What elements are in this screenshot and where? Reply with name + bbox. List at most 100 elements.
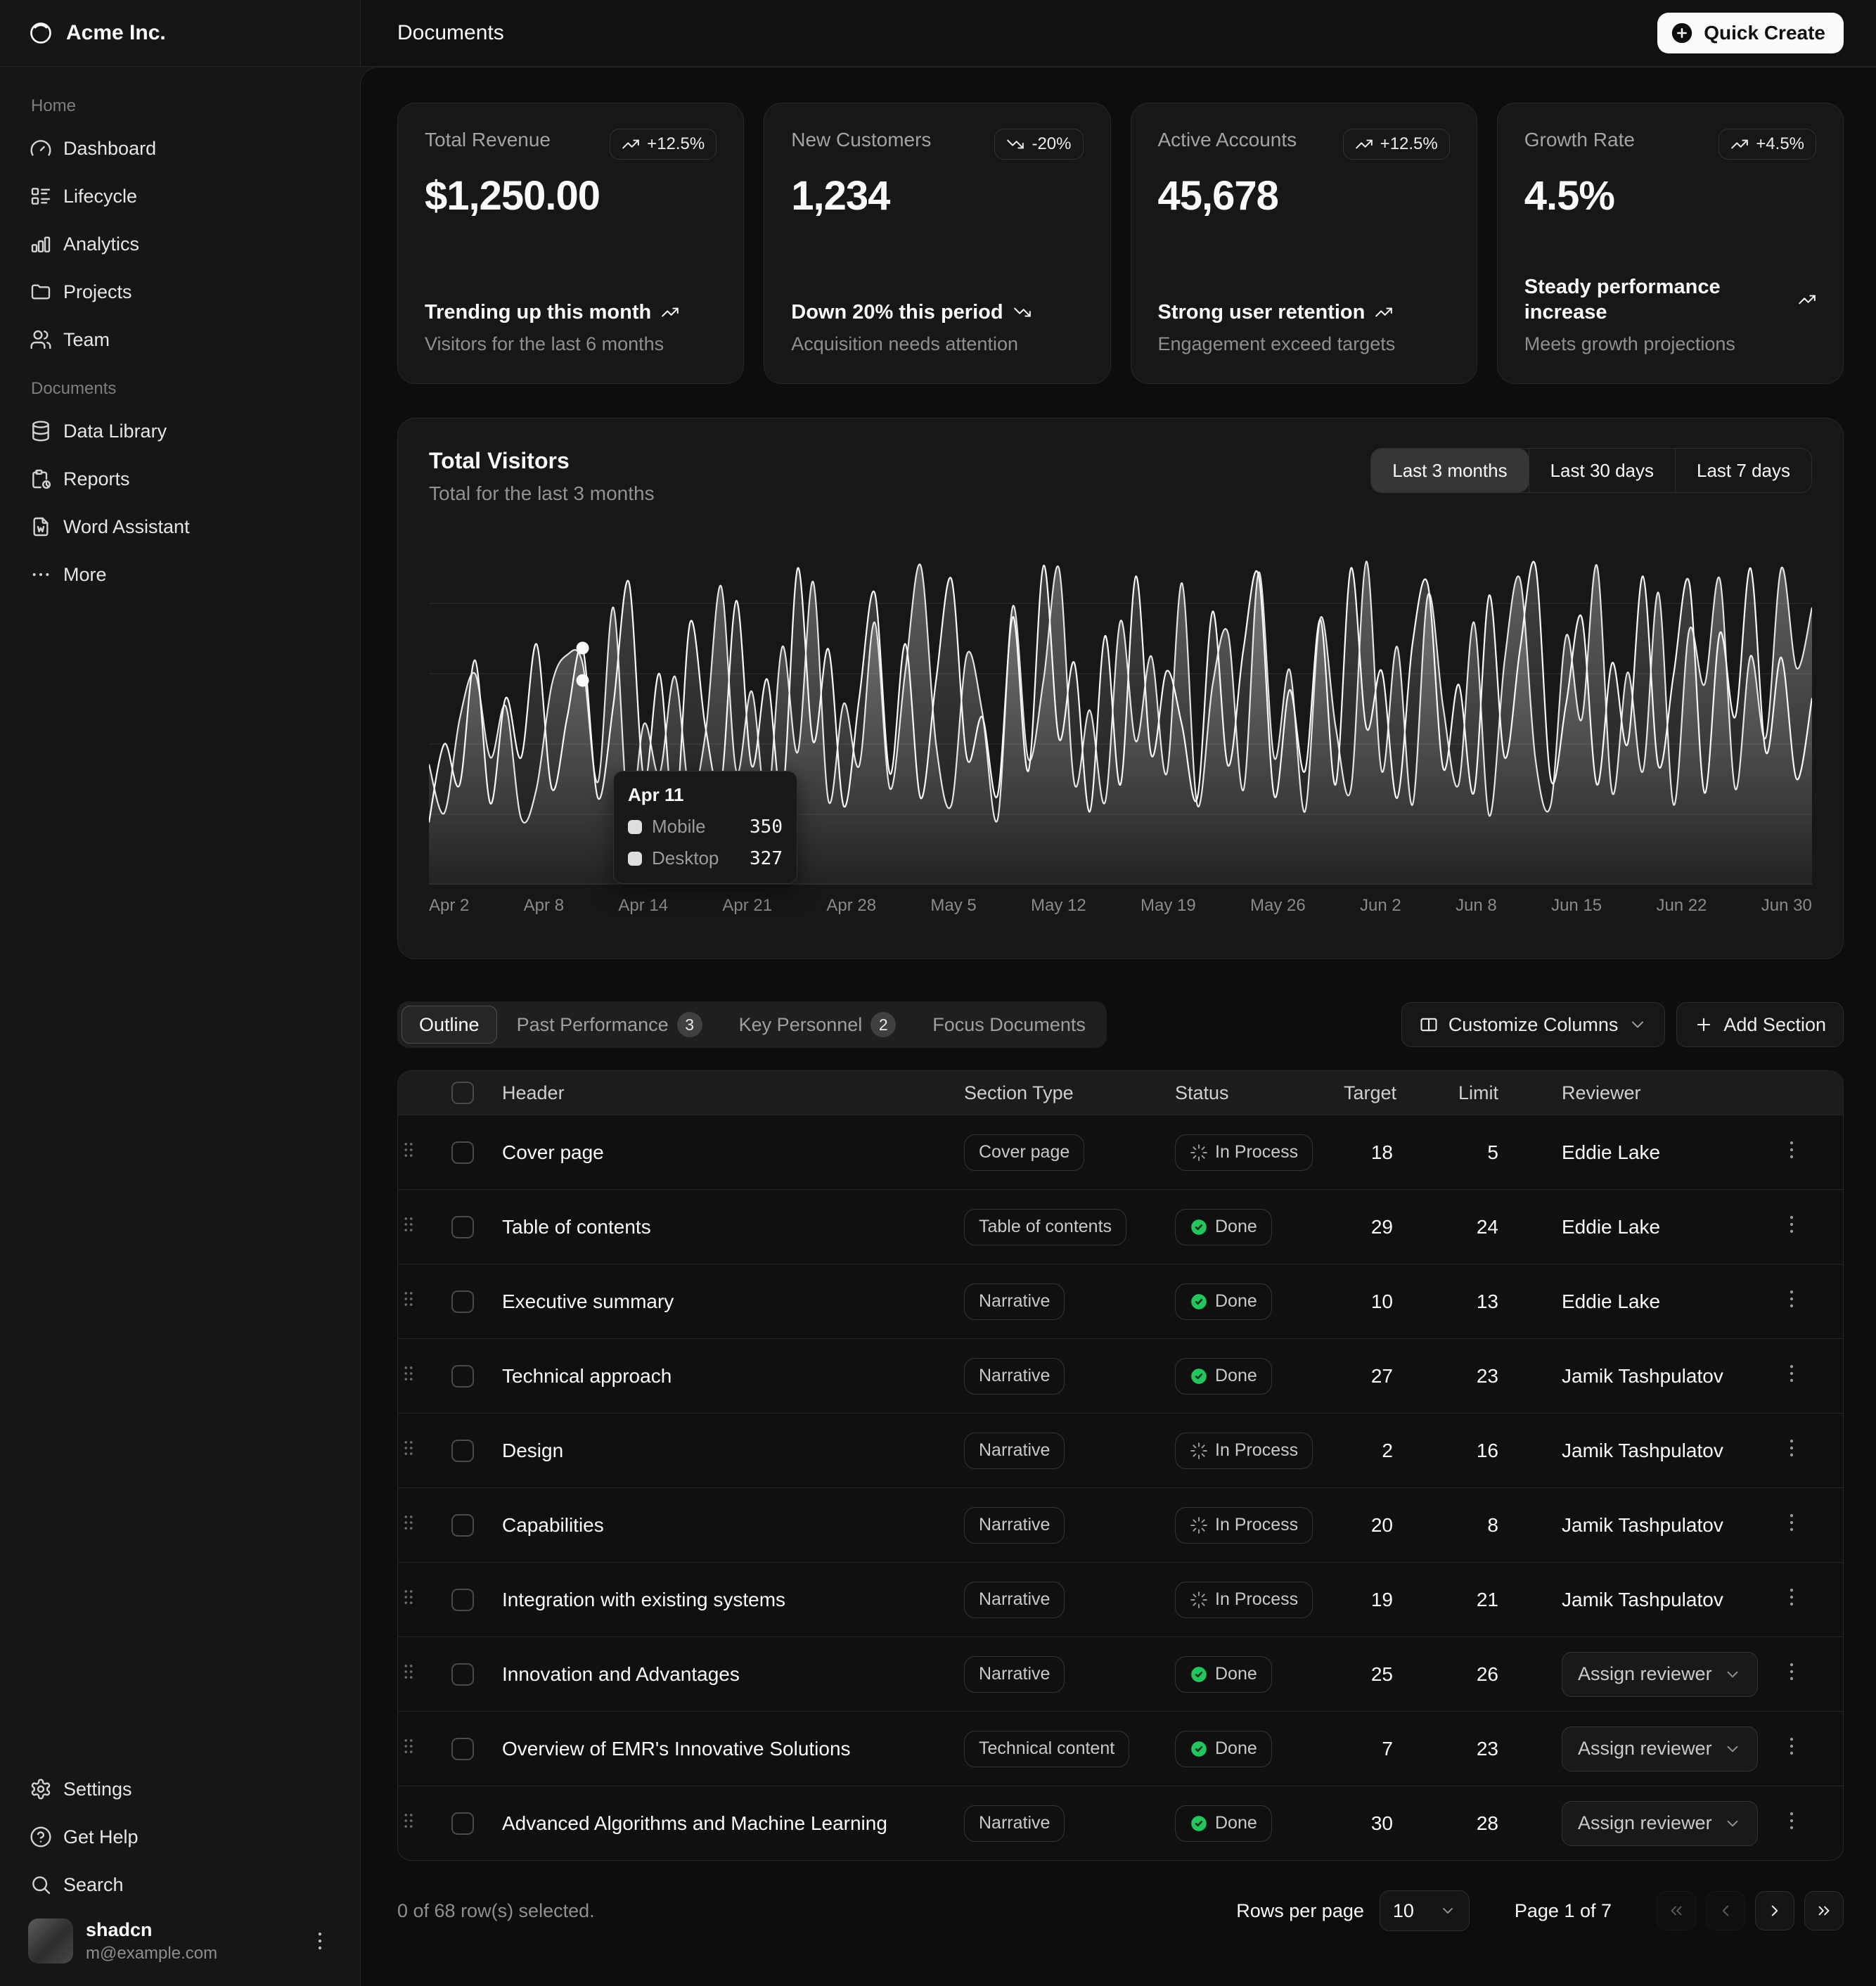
quick-create-button[interactable]: Quick Create: [1657, 13, 1844, 53]
brand[interactable]: Acme Inc.: [0, 0, 360, 67]
previous-page-button[interactable]: [1706, 1891, 1745, 1930]
target-cell[interactable]: 29: [1344, 1216, 1421, 1238]
limit-cell[interactable]: 5: [1421, 1141, 1527, 1164]
drag-handle-icon[interactable]: [398, 1437, 419, 1459]
target-cell[interactable]: 7: [1344, 1738, 1421, 1760]
section-type-badge[interactable]: Narrative: [964, 1283, 1065, 1320]
sidebar-item-lifecycle[interactable]: Lifecycle: [18, 174, 342, 219]
assign-reviewer-button[interactable]: Assign reviewer: [1562, 1652, 1758, 1697]
table-row[interactable]: CapabilitiesNarrativeIn Process208Jamik …: [398, 1487, 1843, 1562]
drag-handle-icon[interactable]: [398, 1288, 419, 1309]
row-header[interactable]: Innovation and Advantages: [492, 1663, 964, 1686]
section-type-badge[interactable]: Cover page: [964, 1134, 1084, 1171]
row-menu-icon[interactable]: [1780, 1138, 1804, 1162]
sidebar-item-settings[interactable]: Settings: [18, 1767, 342, 1812]
table-row[interactable]: Overview of EMR's Innovative SolutionsTe…: [398, 1711, 1843, 1786]
drag-handle-icon[interactable]: [398, 1587, 419, 1608]
limit-cell[interactable]: 23: [1421, 1738, 1527, 1760]
table-row[interactable]: Cover pageCover pageIn Process185Eddie L…: [398, 1115, 1843, 1189]
limit-cell[interactable]: 13: [1421, 1290, 1527, 1313]
first-page-button[interactable]: [1657, 1891, 1696, 1930]
row-menu-icon[interactable]: [1780, 1212, 1804, 1236]
row-header[interactable]: Technical approach: [492, 1365, 964, 1388]
drag-handle-icon[interactable]: [398, 1512, 419, 1533]
next-page-button[interactable]: [1755, 1891, 1794, 1930]
assign-reviewer-button[interactable]: Assign reviewer: [1562, 1801, 1758, 1846]
sidebar-item-analytics[interactable]: Analytics: [18, 222, 342, 267]
customize-columns-button[interactable]: Customize Columns: [1401, 1002, 1666, 1047]
section-type-badge[interactable]: Narrative: [964, 1433, 1065, 1469]
table-row[interactable]: Table of contentsTable of contentsDone29…: [398, 1189, 1843, 1264]
row-checkbox[interactable]: [451, 1290, 474, 1313]
row-header[interactable]: Cover page: [492, 1141, 964, 1164]
drag-handle-icon[interactable]: [398, 1736, 419, 1757]
table-row[interactable]: Advanced Algorithms and Machine Learning…: [398, 1786, 1843, 1860]
row-menu-icon[interactable]: [1780, 1660, 1804, 1684]
sidebar-item-more[interactable]: More: [18, 552, 342, 597]
row-checkbox[interactable]: [451, 1812, 474, 1835]
table-row[interactable]: Innovation and AdvantagesNarrativeDone25…: [398, 1636, 1843, 1711]
section-type-badge[interactable]: Narrative: [964, 1582, 1065, 1618]
row-checkbox[interactable]: [451, 1365, 474, 1388]
row-header[interactable]: Capabilities: [492, 1514, 964, 1537]
target-cell[interactable]: 10: [1344, 1290, 1421, 1313]
drag-handle-icon[interactable]: [398, 1139, 419, 1160]
row-menu-icon[interactable]: [1780, 1362, 1804, 1385]
chart-plot[interactable]: Apr 11 Mobile350Desktop327: [429, 533, 1812, 885]
row-checkbox[interactable]: [451, 1216, 474, 1238]
row-menu-icon[interactable]: [1780, 1585, 1804, 1609]
row-header[interactable]: Design: [492, 1440, 964, 1462]
user-menu[interactable]: shadcn m@example.com: [18, 1910, 342, 1972]
range-option-1[interactable]: Last 3 months: [1371, 449, 1528, 492]
section-type-badge[interactable]: Narrative: [964, 1805, 1065, 1842]
row-checkbox[interactable]: [451, 1663, 474, 1686]
sidebar-item-reports[interactable]: Reports: [18, 456, 342, 501]
ellipsis-vertical-icon[interactable]: [308, 1929, 332, 1953]
section-type-badge[interactable]: Table of contents: [964, 1209, 1126, 1245]
row-menu-icon[interactable]: [1780, 1734, 1804, 1758]
target-cell[interactable]: 18: [1344, 1141, 1421, 1164]
range-option-2[interactable]: Last 30 days: [1529, 449, 1675, 492]
sidebar-item-dashboard[interactable]: Dashboard: [18, 126, 342, 171]
sidebar-item-projects[interactable]: Projects: [18, 269, 342, 314]
sidebar-item-team[interactable]: Team: [18, 317, 342, 362]
row-checkbox[interactable]: [451, 1141, 474, 1164]
tab-key-personnel[interactable]: Key Personnel2: [722, 1006, 913, 1044]
limit-cell[interactable]: 28: [1421, 1812, 1527, 1835]
add-section-button[interactable]: Add Section: [1676, 1002, 1844, 1047]
section-type-badge[interactable]: Narrative: [964, 1358, 1065, 1395]
assign-reviewer-button[interactable]: Assign reviewer: [1562, 1726, 1758, 1772]
limit-cell[interactable]: 8: [1421, 1514, 1527, 1537]
drag-handle-icon[interactable]: [398, 1363, 419, 1384]
row-menu-icon[interactable]: [1780, 1436, 1804, 1460]
row-header[interactable]: Table of contents: [492, 1216, 964, 1238]
sidebar-item-get-help[interactable]: Get Help: [18, 1814, 342, 1859]
limit-cell[interactable]: 16: [1421, 1440, 1527, 1462]
sidebar-item-data-library[interactable]: Data Library: [18, 409, 342, 454]
limit-cell[interactable]: 23: [1421, 1365, 1527, 1388]
sidebar-item-word-assistant[interactable]: Word Assistant: [18, 504, 342, 549]
sidebar-item-search[interactable]: Search: [18, 1862, 342, 1907]
row-header[interactable]: Advanced Algorithms and Machine Learning: [492, 1812, 964, 1835]
row-checkbox[interactable]: [451, 1738, 474, 1760]
row-checkbox[interactable]: [451, 1514, 474, 1537]
target-cell[interactable]: 2: [1344, 1440, 1421, 1462]
table-row[interactable]: Integration with existing systemsNarrati…: [398, 1562, 1843, 1636]
limit-cell[interactable]: 21: [1421, 1589, 1527, 1611]
tab-focus-documents[interactable]: Focus Documents: [915, 1006, 1103, 1044]
tab-outline[interactable]: Outline: [401, 1006, 497, 1044]
last-page-button[interactable]: [1804, 1891, 1844, 1930]
tab-past-performance[interactable]: Past Performance3: [500, 1006, 719, 1044]
drag-handle-icon[interactable]: [398, 1214, 419, 1235]
table-row[interactable]: Executive summaryNarrativeDone1013Eddie …: [398, 1264, 1843, 1338]
drag-handle-icon[interactable]: [398, 1661, 419, 1682]
section-type-badge[interactable]: Narrative: [964, 1507, 1065, 1544]
limit-cell[interactable]: 26: [1421, 1663, 1527, 1686]
target-cell[interactable]: 25: [1344, 1663, 1421, 1686]
table-row[interactable]: Technical approachNarrativeDone2723Jamik…: [398, 1338, 1843, 1413]
section-type-badge[interactable]: Narrative: [964, 1656, 1065, 1693]
row-header[interactable]: Integration with existing systems: [492, 1589, 964, 1611]
row-checkbox[interactable]: [451, 1589, 474, 1611]
target-cell[interactable]: 20: [1344, 1514, 1421, 1537]
table-row[interactable]: DesignNarrativeIn Process216Jamik Tashpu…: [398, 1413, 1843, 1487]
